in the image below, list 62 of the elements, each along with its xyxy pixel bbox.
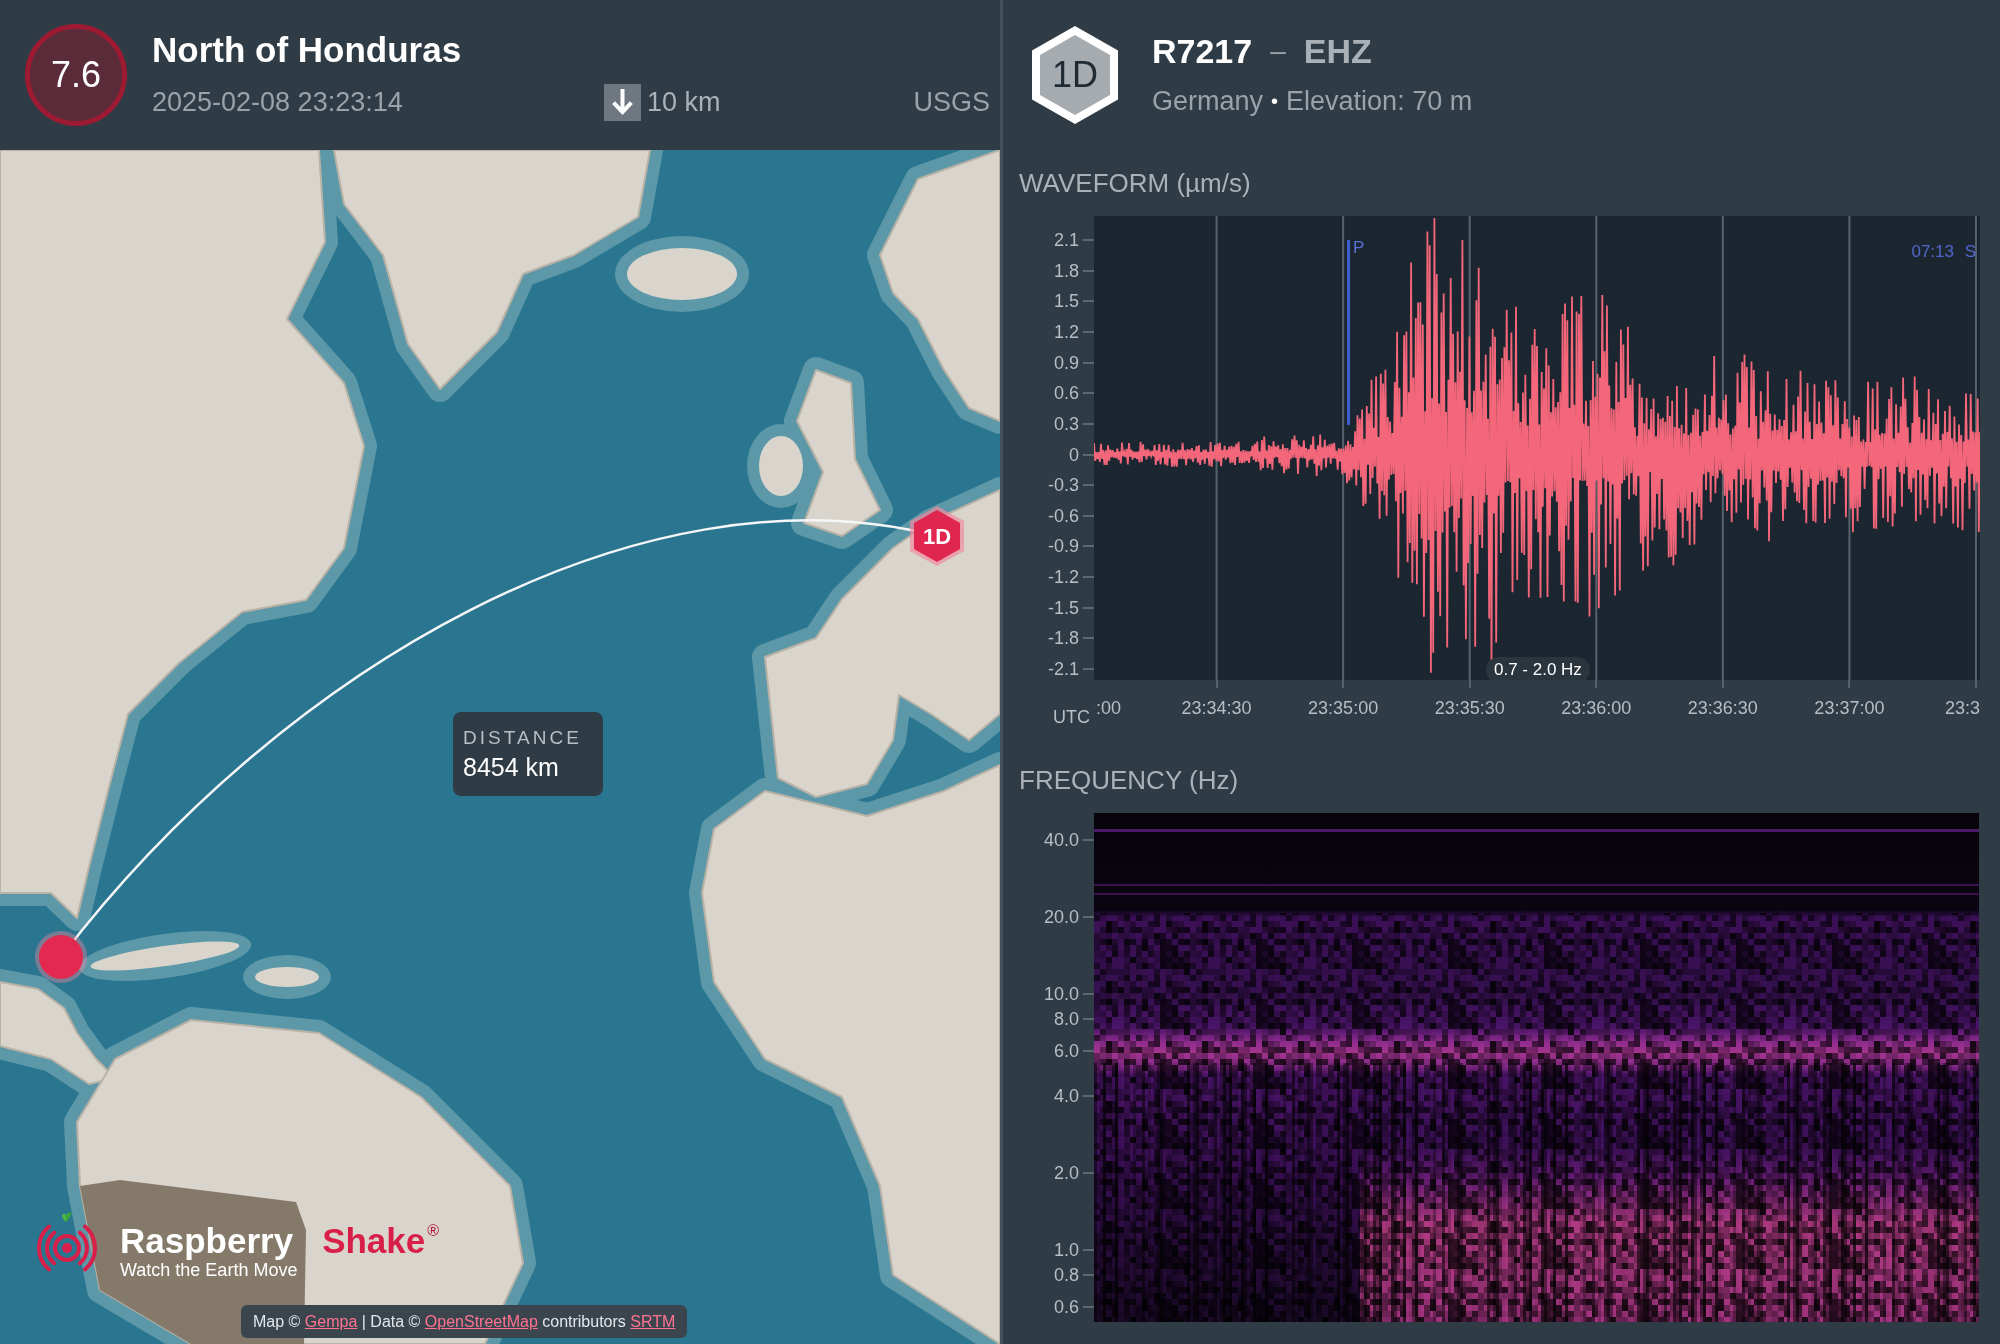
attribution-link[interactable]: Gempa — [304, 1313, 358, 1330]
event-source: USGS — [913, 86, 990, 119]
station-channel: EHZ — [1303, 31, 1372, 71]
distance-label: DISTANCE — [463, 726, 582, 750]
registered-mark: ® — [427, 1222, 440, 1240]
y-axis-tick-label: 10.0 — [1043, 984, 1079, 1004]
y-axis-tick-label: 1.0 — [1053, 1239, 1079, 1260]
station-elevation: Elevation: 70 m — [1286, 85, 1473, 118]
y-axis-tick-label: -1.2 — [1047, 567, 1079, 588]
x-axis-tick-label: 23:35:00 — [1308, 697, 1379, 719]
station-badge: 1D — [1032, 26, 1118, 124]
y-axis-tick-label: 0.6 — [1053, 1296, 1079, 1317]
y-axis-tick-label: 20.0 — [1043, 907, 1079, 927]
station-code: R7217 — [1152, 31, 1253, 71]
y-axis-tick-label: -1.5 — [1047, 597, 1079, 618]
distance-value: 8454 km — [463, 752, 559, 783]
y-axis-tick-label: 2.1 — [1053, 230, 1079, 250]
y-axis-tick-label: 0 — [1069, 444, 1079, 465]
y-axis-tick-label: -0.9 — [1047, 536, 1079, 557]
phase-label: P — [1353, 238, 1365, 258]
y-axis-tick-label: 1.2 — [1053, 321, 1079, 342]
y-axis-tick-label: 8.0 — [1053, 1008, 1079, 1029]
x-axis-tick-label: 23:36:30 — [1687, 697, 1758, 719]
y-axis-tick-label: -0.6 — [1047, 505, 1079, 526]
x-axis-tick-label: 23:37:00 — [1814, 697, 1885, 719]
y-axis-tick-label: -0.3 — [1047, 475, 1079, 496]
event-region-title: North of Honduras — [152, 30, 462, 70]
x-axis-tick-label: 23:34:30 — [1181, 697, 1252, 719]
s-phase-countdown: 07:13 — [1911, 242, 1954, 262]
attribution-link[interactable]: OpenStreetMap — [424, 1313, 538, 1330]
waveform-title: WAVEFORM (µm/s) — [1019, 167, 1251, 199]
event-time: 2025-02-08 23:23:14 — [152, 86, 404, 119]
y-axis-tick-label: -2.1 — [1047, 659, 1079, 679]
y-axis-tick-label: 6.0 — [1053, 1040, 1079, 1061]
y-axis-tick-label: 2.0 — [1053, 1162, 1079, 1183]
time-zone-label: UTC — [1053, 707, 1090, 727]
filter-badge: 0.7 - 2.0 Hz — [1486, 657, 1590, 680]
attribution-link[interactable]: SRTM — [630, 1313, 676, 1330]
y-axis-tick-label: 0.6 — [1053, 383, 1079, 404]
y-axis-tick-label: 1.8 — [1053, 260, 1079, 281]
y-axis-tick-label: -1.8 — [1047, 628, 1079, 649]
x-axis-tick-label: 23:3 — [1944, 697, 1980, 719]
magnitude-badge: 7.6 — [25, 24, 127, 126]
map-attribution: Map © Gempa | Data © OpenStreetMap contributors SRTM — [241, 1305, 688, 1338]
title-separator: – — [1270, 34, 1286, 68]
logo-name-accent: Shake — [322, 1222, 426, 1260]
x-axis-tick-label: :00 — [1096, 697, 1122, 719]
y-axis-tick-label: 0.8 — [1053, 1264, 1079, 1285]
y-axis-tick-label: 0.3 — [1053, 413, 1079, 434]
logo-tagline: Watch the Earth Move — [120, 1260, 298, 1280]
x-axis-tick-label: 23:36:00 — [1561, 697, 1632, 719]
logo-name: Raspberry — [120, 1222, 294, 1260]
y-axis-tick-label: 40.0 — [1043, 830, 1079, 850]
phase-label: S — [1964, 242, 1976, 262]
frequency-title: FREQUENCY (Hz) — [1019, 763, 1239, 796]
bullet-separator: • — [1271, 89, 1279, 114]
y-axis-tick-label: 0.9 — [1053, 352, 1079, 373]
x-axis-tick-label: 23:35:30 — [1434, 697, 1505, 719]
y-axis-tick-label: 1.5 — [1053, 291, 1079, 312]
y-axis-tick-label: 4.0 — [1053, 1085, 1079, 1106]
station-country: Germany — [1152, 85, 1264, 118]
event-depth: 10 km — [647, 86, 721, 119]
